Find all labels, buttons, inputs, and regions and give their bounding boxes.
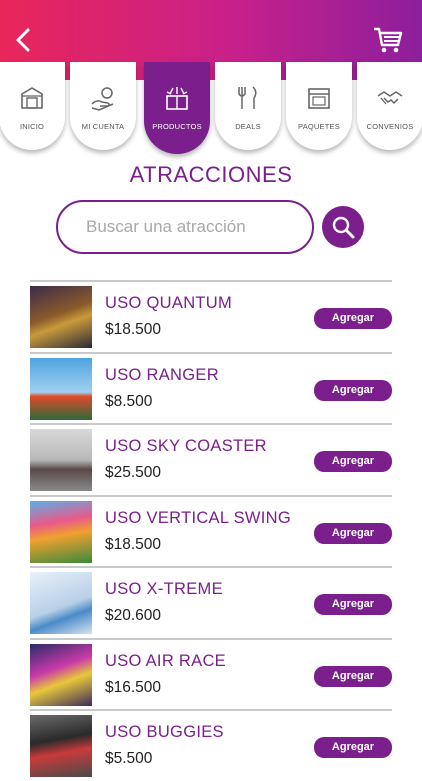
cutlery-icon bbox=[238, 86, 257, 109]
attractions-list: USO QUANTUM $18.500 Agregar USO RANGER $… bbox=[30, 280, 392, 781]
gift-box-icon bbox=[166, 87, 188, 110]
tab-inicio[interactable]: INICIO bbox=[0, 62, 65, 150]
tab-convenios[interactable]: CONVENIOS bbox=[357, 62, 422, 150]
category-tabs: INICIO MI CUENTA PRODUCTOS DEALS PAQUETE… bbox=[0, 62, 422, 154]
add-button[interactable]: Agregar bbox=[314, 665, 392, 687]
search-field bbox=[56, 200, 314, 254]
list-item: USO QUANTUM $18.500 Agregar bbox=[30, 280, 392, 352]
tab-label: INICIO bbox=[19, 122, 45, 131]
back-button[interactable] bbox=[10, 24, 36, 56]
attraction-price: $5.500 bbox=[105, 750, 153, 767]
list-item: USO VERTICAL SWING $18.500 Agregar bbox=[30, 494, 392, 567]
attraction-price: $18.500 bbox=[105, 321, 162, 338]
attraction-thumbnail bbox=[30, 572, 92, 634]
attraction-thumbnail bbox=[30, 500, 92, 563]
attraction-price: $18.500 bbox=[105, 535, 162, 553]
chevron-left-icon bbox=[16, 28, 30, 52]
tab-label: CONVENIOS bbox=[366, 122, 414, 131]
add-button[interactable]: Agregar bbox=[314, 737, 392, 758]
attraction-price: $20.600 bbox=[105, 607, 162, 624]
attraction-thumbnail bbox=[30, 429, 92, 491]
attraction-name: USO X-TREME bbox=[105, 580, 223, 598]
storefront-icon bbox=[308, 88, 330, 109]
attraction-thumbnail bbox=[30, 286, 92, 348]
tab-mi-cuenta[interactable]: MI CUENTA bbox=[70, 62, 136, 150]
add-button[interactable]: Agregar bbox=[314, 594, 392, 615]
search-icon bbox=[332, 216, 355, 239]
attraction-name: USO AIR RACE bbox=[105, 651, 226, 670]
shopping-cart-icon bbox=[374, 27, 403, 53]
store-icon bbox=[21, 87, 43, 109]
handshake-icon bbox=[377, 91, 403, 105]
list-item: USO RANGER $8.500 Agregar bbox=[30, 351, 392, 424]
tab-productos[interactable]: PRODUCTOS bbox=[144, 62, 210, 154]
attraction-price: $8.500 bbox=[105, 392, 153, 410]
attraction-price: $25.500 bbox=[105, 464, 162, 481]
attraction-name: USO RANGER bbox=[105, 365, 219, 384]
attraction-thumbnail bbox=[30, 715, 92, 777]
attraction-thumbnail bbox=[30, 643, 92, 706]
tab-label: MI CUENTA bbox=[81, 122, 125, 131]
hand-coin-icon bbox=[91, 87, 114, 111]
tab-label: PRODUCTOS bbox=[152, 122, 202, 131]
search-input[interactable] bbox=[58, 202, 312, 252]
add-button[interactable]: Agregar bbox=[314, 451, 392, 472]
add-button[interactable]: Agregar bbox=[314, 522, 392, 544]
attraction-name: USO SKY COASTER bbox=[105, 437, 267, 455]
section-title: ATRACCIONES bbox=[129, 162, 293, 187]
tab-paquetes[interactable]: PAQUETES bbox=[286, 62, 352, 150]
add-button[interactable]: Agregar bbox=[314, 308, 392, 329]
tab-deals[interactable]: DEALS bbox=[215, 62, 281, 150]
add-button[interactable]: Agregar bbox=[314, 379, 392, 401]
search-button[interactable] bbox=[322, 206, 364, 248]
list-item: USO AIR RACE $16.500 Agregar bbox=[30, 637, 392, 710]
list-item: USO X-TREME $20.600 Agregar bbox=[30, 566, 392, 638]
attraction-name: USO QUANTUM bbox=[105, 294, 233, 312]
list-item: USO BUGGIES $5.500 Agregar bbox=[30, 709, 392, 781]
tab-label: PAQUETES bbox=[298, 122, 340, 131]
attraction-thumbnail bbox=[30, 357, 92, 420]
cart-button[interactable] bbox=[372, 24, 404, 56]
attraction-price: $16.500 bbox=[105, 678, 162, 696]
list-item: USO SKY COASTER $25.500 Agregar bbox=[30, 423, 392, 495]
tab-label: DEALS bbox=[235, 122, 261, 131]
attraction-name: USO VERTICAL SWING bbox=[105, 508, 292, 527]
attraction-name: USO BUGGIES bbox=[105, 723, 224, 741]
